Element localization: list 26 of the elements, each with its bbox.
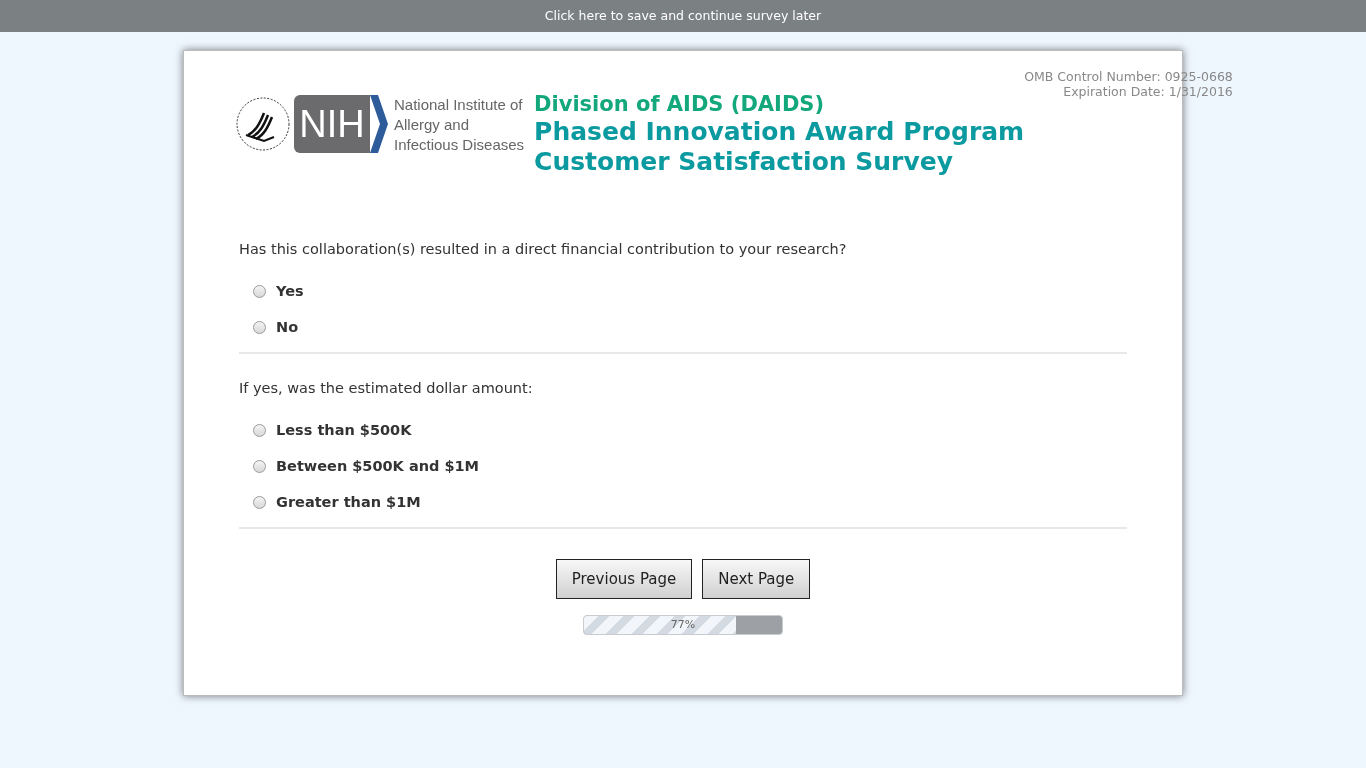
option-label[interactable]: Greater than $1M (276, 491, 421, 514)
institute-name: National Institute of (394, 95, 524, 115)
radio-button[interactable] (253, 424, 266, 438)
eagle-seal-icon (234, 95, 292, 153)
progress-reading: 77% (669, 617, 697, 633)
question-text: If yes, was the estimated dollar amount: (239, 379, 534, 399)
institute-name: Allergy and (394, 115, 471, 135)
option-label[interactable]: Yes (276, 280, 304, 303)
option-label[interactable]: No (276, 316, 299, 339)
radio-button[interactable] (253, 495, 266, 509)
radio-button[interactable] (253, 285, 266, 299)
institute-name: Infectious Diseases (394, 135, 525, 155)
radio-button[interactable] (253, 320, 266, 334)
division-title: Division of AIDS (DAIDS) (534, 91, 826, 117)
omb-control-number: OMB Control Number: 0925-0668 (1024, 69, 1233, 84)
option-label[interactable]: Between $500K and $1M (276, 455, 480, 478)
nih-wordmark: NIH (299, 105, 365, 143)
question-text: Has this collaboration(s) resulted in a direct financial contribution to your research? (239, 240, 848, 259)
nav-button[interactable]: Next Page (702, 559, 811, 600)
option-label[interactable]: Less than $500K (276, 420, 412, 442)
program-title: Phased Innovation Award Program (534, 117, 1025, 147)
chevron-icon (370, 95, 388, 153)
survey-title: Customer Satisfaction Survey (534, 147, 954, 177)
save-later-link[interactable]: Click here to save and continue survey later (544, 6, 822, 26)
radio-button[interactable] (253, 460, 266, 474)
nav-button[interactable]: Previous Page (555, 559, 693, 600)
